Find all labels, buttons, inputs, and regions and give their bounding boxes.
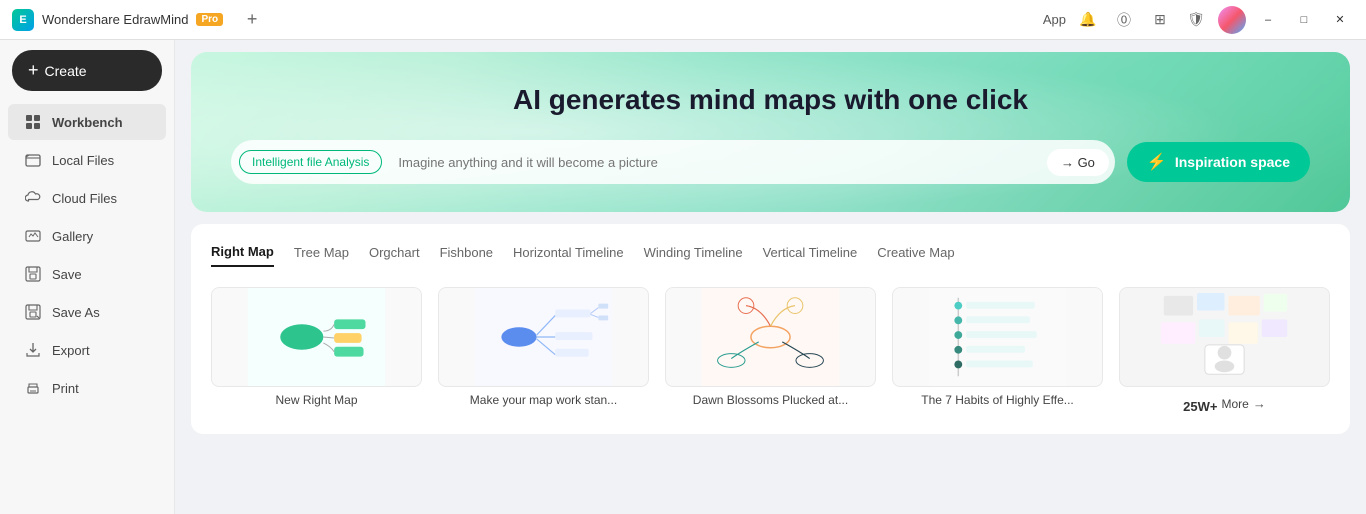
- user-menu-button[interactable]: 🛡: [1182, 6, 1210, 34]
- template-thumb-dawn-blossoms: [665, 287, 876, 387]
- template-thumb-make-work-stand: [438, 287, 649, 387]
- template-tabs: Right Map Tree Map Orgchart Fishbone Hor…: [211, 244, 1330, 267]
- export-icon: [24, 341, 42, 359]
- sidebar-item-gallery[interactable]: Gallery: [8, 218, 166, 254]
- sidebar-item-local-files[interactable]: Local Files: [8, 142, 166, 178]
- banner-title: AI generates mind maps with one click: [231, 84, 1310, 116]
- template-card-7-habits[interactable]: The 7 Habits of Highly Effe...: [892, 287, 1103, 414]
- template-label-more: More: [1221, 397, 1248, 411]
- tab-tree-map[interactable]: Tree Map: [294, 244, 349, 267]
- avatar[interactable]: [1218, 6, 1246, 34]
- sidebar-item-cloud-files-label: Cloud Files: [52, 191, 117, 206]
- minimize-button[interactable]: –: [1254, 6, 1282, 34]
- sidebar-item-workbench[interactable]: Workbench: [8, 104, 166, 140]
- tab-vertical-timeline[interactable]: Vertical Timeline: [763, 244, 858, 267]
- print-icon: [24, 379, 42, 397]
- sidebar-item-export-label: Export: [52, 343, 90, 358]
- save-icon: [24, 265, 42, 283]
- sidebar: + Create Workbench: [0, 40, 175, 514]
- template-card-new-right-map[interactable]: New Right Map: [211, 287, 422, 414]
- template-label-make-work-stand: Make your map work stan...: [438, 393, 649, 407]
- create-button[interactable]: + Create: [12, 50, 162, 91]
- template-label-7-habits: The 7 Habits of Highly Effe...: [892, 393, 1103, 407]
- sidebar-item-save-as-label: Save As: [52, 305, 100, 320]
- sidebar-item-workbench-label: Workbench: [52, 115, 123, 130]
- sidebar-item-cloud-files[interactable]: Cloud Files: [8, 180, 166, 216]
- close-button[interactable]: ✕: [1326, 6, 1354, 34]
- template-card-make-work-stand[interactable]: Make your map work stan...: [438, 287, 649, 414]
- template-card-more[interactable]: 25W+ More →: [1119, 287, 1330, 414]
- tab-horizontal-timeline[interactable]: Horizontal Timeline: [513, 244, 624, 267]
- app-header-label[interactable]: App: [1043, 12, 1066, 27]
- cloud-files-icon: [24, 189, 42, 207]
- notifications-button[interactable]: 🔔: [1074, 6, 1102, 34]
- sidebar-item-save-label: Save: [52, 267, 82, 282]
- template-card-dawn-blossoms[interactable]: Dawn Blossoms Plucked at...: [665, 287, 876, 414]
- main-layout: + Create Workbench: [0, 40, 1366, 514]
- inspiration-label: Inspiration space: [1175, 154, 1290, 170]
- template-thumb-more: [1119, 287, 1330, 387]
- templates-section: Right Map Tree Map Orgchart Fishbone Hor…: [191, 224, 1350, 434]
- plus-icon: +: [28, 60, 39, 81]
- save-as-icon: [24, 303, 42, 321]
- template-thumb-7-habits: [892, 287, 1103, 387]
- inspiration-space-button[interactable]: ⚡ Inspiration space: [1127, 142, 1310, 182]
- app-logo: E: [12, 9, 34, 31]
- sidebar-item-save[interactable]: Save: [8, 256, 166, 292]
- workbench-icon: [24, 113, 42, 131]
- banner-search-input[interactable]: [390, 155, 1041, 170]
- add-tab-button[interactable]: +: [239, 7, 265, 33]
- template-thumb-new-right-map: [211, 287, 422, 387]
- tab-winding-timeline[interactable]: Winding Timeline: [644, 244, 743, 267]
- create-label: Create: [45, 63, 87, 79]
- intelligent-analysis-tag[interactable]: Intelligent file Analysis: [239, 150, 382, 174]
- tab-fishbone[interactable]: Fishbone: [440, 244, 493, 267]
- titlebar: E Wondershare EdrawMind Pro + App 🔔 ⓪ ⊞ …: [0, 0, 1366, 40]
- tab-orgchart[interactable]: Orgchart: [369, 244, 420, 267]
- local-files-icon: [24, 151, 42, 169]
- sidebar-item-local-files-label: Local Files: [52, 153, 114, 168]
- help-button[interactable]: ⓪: [1110, 6, 1138, 34]
- template-label-dawn-blossoms: Dawn Blossoms Plucked at...: [665, 393, 876, 407]
- ai-banner: AI generates mind maps with one click In…: [191, 52, 1350, 212]
- banner-search-box: Intelligent file Analysis → Go: [231, 140, 1115, 184]
- template-grid: New Right Map: [211, 287, 1330, 414]
- tab-right-map[interactable]: Right Map: [211, 244, 274, 267]
- lightning-icon: ⚡: [1147, 152, 1167, 172]
- pro-badge: Pro: [196, 13, 223, 26]
- sidebar-item-export[interactable]: Export: [8, 332, 166, 368]
- more-count: 25W+: [1183, 399, 1217, 414]
- sidebar-item-gallery-label: Gallery: [52, 229, 93, 244]
- content-area: AI generates mind maps with one click In…: [175, 40, 1366, 514]
- template-label-new-right-map: New Right Map: [211, 393, 422, 407]
- sidebar-item-save-as[interactable]: Save As: [8, 294, 166, 330]
- more-arrow-icon: →: [1253, 396, 1266, 411]
- go-button[interactable]: → Go: [1047, 149, 1109, 176]
- grid-button[interactable]: ⊞: [1146, 6, 1174, 34]
- banner-search-row: Intelligent file Analysis → Go ⚡ Inspira…: [231, 140, 1310, 184]
- app-name: Wondershare EdrawMind: [42, 12, 188, 27]
- sidebar-item-print[interactable]: Print: [8, 370, 166, 406]
- sidebar-item-print-label: Print: [52, 381, 79, 396]
- gallery-icon: [24, 227, 42, 245]
- tab-creative-map[interactable]: Creative Map: [877, 244, 954, 267]
- restore-button[interactable]: □: [1290, 6, 1318, 34]
